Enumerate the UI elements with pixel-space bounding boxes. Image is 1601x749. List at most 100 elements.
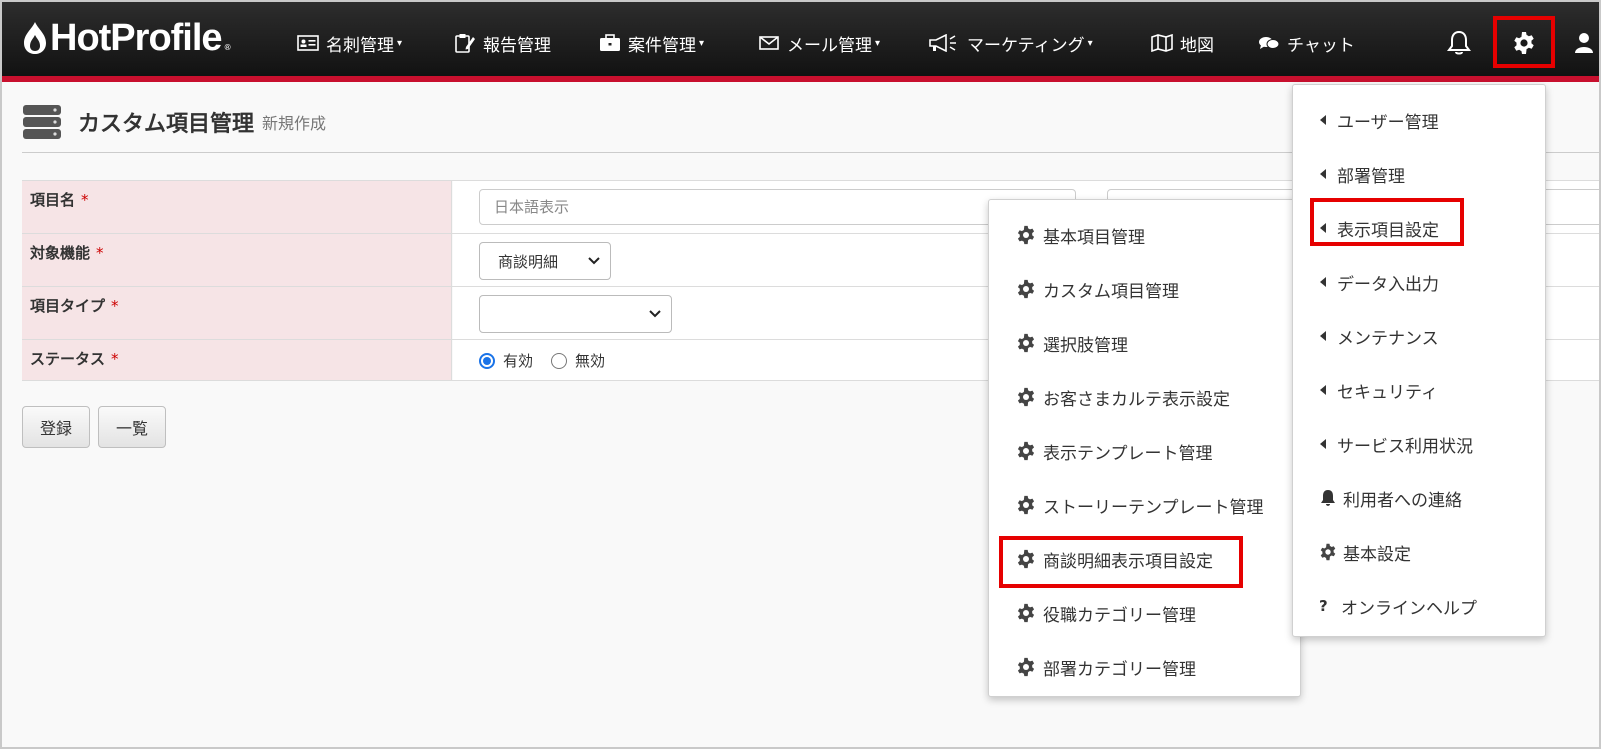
settings-label: オンラインヘルプ (1341, 598, 1477, 619)
submenu-item-department-categories[interactable]: 部署カテゴリー管理 (989, 647, 1300, 687)
app-frame: HotProfile ® 名刺管理 ▾ 報告管理 案件管理 ▾ メール管理 ▾ … (0, 0, 1601, 749)
submenu-label: 表示テンプレート管理 (1043, 443, 1213, 464)
gear-icon (1015, 224, 1037, 246)
settings-label: メンテナンス (1337, 328, 1439, 349)
chevron-down-icon (649, 310, 661, 318)
nav-label: メール管理 (787, 35, 872, 56)
submenu-label: ストーリーテンプレート管理 (1043, 497, 1264, 518)
caret-left-icon (1320, 169, 1326, 179)
submenu-item-custom-fields[interactable]: カスタム項目管理 (989, 269, 1300, 309)
user-menu-button[interactable] (1572, 26, 1596, 60)
required-asterisk: * (81, 191, 89, 209)
nav-marketing[interactable]: マーケティング ▾ (927, 30, 1093, 56)
submenu-label: 商談明細表示項目設定 (1043, 551, 1213, 572)
gear-icon (1015, 548, 1037, 570)
submenu-label: 部署カテゴリー管理 (1043, 659, 1196, 680)
gear-icon (1015, 494, 1037, 516)
nav-mail[interactable]: メール管理 ▾ (757, 30, 880, 56)
required-asterisk: * (111, 350, 119, 368)
gear-icon (1319, 541, 1337, 563)
envelope-icon (757, 33, 781, 53)
radio-label: 有効 (503, 352, 534, 370)
register-button[interactable]: 登録 (22, 406, 90, 448)
id-card-icon (296, 33, 320, 53)
nav-map[interactable]: 地図 (1150, 30, 1214, 56)
nav-business-cards[interactable]: 名刺管理 ▾ (296, 30, 402, 56)
status-active-radio[interactable] (479, 352, 495, 369)
registered-mark: ® (223, 43, 232, 52)
nav-label: チャット (1287, 35, 1355, 56)
hotprofile-logo[interactable]: HotProfile ® (22, 17, 232, 59)
briefcase-icon (598, 33, 622, 53)
submenu-item-story-templates[interactable]: ストーリーテンプレート管理 (989, 485, 1300, 525)
settings-label: セキュリティ (1337, 382, 1438, 403)
settings-item-user-notice[interactable]: 利用者への連絡 (1293, 478, 1545, 518)
status-inactive-radio[interactable] (551, 352, 568, 369)
caret-left-icon (1320, 115, 1326, 125)
submenu-item-customer-chart[interactable]: お客さまカルテ表示設定 (989, 377, 1300, 417)
notification-bell-button[interactable] (1442, 26, 1476, 60)
caret-left-icon (1320, 277, 1326, 287)
caret-left-icon (1320, 223, 1326, 233)
chevron-down-icon: ▾ (1087, 37, 1093, 49)
submenu-label: 基本項目管理 (1043, 227, 1145, 248)
submenu-label: カスタム項目管理 (1043, 281, 1179, 302)
settings-label: データ入出力 (1337, 274, 1439, 295)
settings-dropdown-menu: ユーザー管理 部署管理 表示項目設定 データ入出力 メンテナンス セキュリティ … (1292, 84, 1546, 637)
settings-item-data-io[interactable]: データ入出力 (1293, 262, 1545, 302)
user-icon (1575, 33, 1593, 53)
settings-item-basic-settings[interactable]: 基本設定 (1293, 532, 1545, 572)
settings-item-departments[interactable]: 部署管理 (1293, 154, 1545, 194)
report-edit-icon (453, 33, 477, 53)
database-icon (23, 105, 61, 139)
settings-label: 表示項目設定 (1337, 220, 1439, 241)
settings-item-online-help[interactable]: ? オンラインヘルプ (1293, 586, 1545, 626)
field-type-select[interactable] (479, 295, 672, 333)
submenu-label: 選択肢管理 (1043, 335, 1128, 356)
settings-item-users[interactable]: ユーザー管理 (1293, 100, 1545, 140)
submenu-item-position-categories[interactable]: 役職カテゴリー管理 (989, 593, 1300, 633)
top-navbar: HotProfile ® 名刺管理 ▾ 報告管理 案件管理 ▾ メール管理 ▾ … (2, 2, 1599, 82)
settings-item-maintenance[interactable]: メンテナンス (1293, 316, 1545, 356)
map-icon (1150, 33, 1174, 53)
settings-item-security[interactable]: セキュリティ (1293, 370, 1545, 410)
page-subtitle: 新規作成 (262, 114, 327, 133)
submenu-item-basic-fields[interactable]: 基本項目管理 (989, 215, 1300, 255)
submenu-item-display-templates[interactable]: 表示テンプレート管理 (989, 431, 1300, 471)
required-asterisk: * (96, 244, 104, 262)
settings-label: 基本設定 (1343, 544, 1411, 565)
nav-reports[interactable]: 報告管理 (453, 30, 551, 56)
submenu-item-deal-detail-display[interactable]: 商談明細表示項目設定 (989, 539, 1300, 579)
settings-item-display-fields[interactable]: 表示項目設定 (1293, 208, 1545, 248)
settings-label: サービス利用状況 (1337, 436, 1473, 457)
caret-left-icon (1320, 439, 1326, 449)
field-name-input[interactable] (479, 189, 1076, 225)
settings-label: 部署管理 (1337, 166, 1405, 187)
required-asterisk: * (111, 297, 119, 315)
nav-chat[interactable]: チャット (1257, 30, 1355, 56)
field-label: 対象機能 * (22, 234, 452, 286)
megaphone-icon (927, 33, 961, 53)
gear-icon (1015, 602, 1037, 624)
flame-logo-icon (24, 22, 46, 54)
nav-label: 報告管理 (483, 35, 551, 56)
list-button[interactable]: 一覧 (98, 406, 166, 448)
target-function-select[interactable]: 商談明細 (479, 242, 611, 280)
gear-highlight-box (1493, 16, 1555, 68)
gear-icon (1015, 386, 1037, 408)
chevron-down-icon: ▾ (397, 37, 403, 49)
gear-icon (1015, 440, 1037, 462)
nav-label: マーケティング (967, 35, 1085, 56)
display-settings-submenu: 基本項目管理 カスタム項目管理 選択肢管理 お客さまカルテ表示設定 表示テンプレ… (988, 199, 1301, 697)
nav-label: 地図 (1180, 35, 1214, 56)
settings-label: ユーザー管理 (1337, 112, 1439, 133)
settings-label: 利用者への連絡 (1343, 490, 1462, 511)
radio-label: 無効 (575, 352, 606, 370)
field-label: 項目タイプ * (22, 287, 452, 339)
submenu-item-choices[interactable]: 選択肢管理 (989, 323, 1300, 363)
settings-item-service-usage[interactable]: サービス利用状況 (1293, 424, 1545, 464)
nav-deals[interactable]: 案件管理 ▾ (598, 30, 704, 56)
status-radio-group: 有効 無効 (479, 350, 623, 371)
bell-icon (1447, 30, 1471, 55)
submenu-label: お客さまカルテ表示設定 (1043, 389, 1230, 410)
